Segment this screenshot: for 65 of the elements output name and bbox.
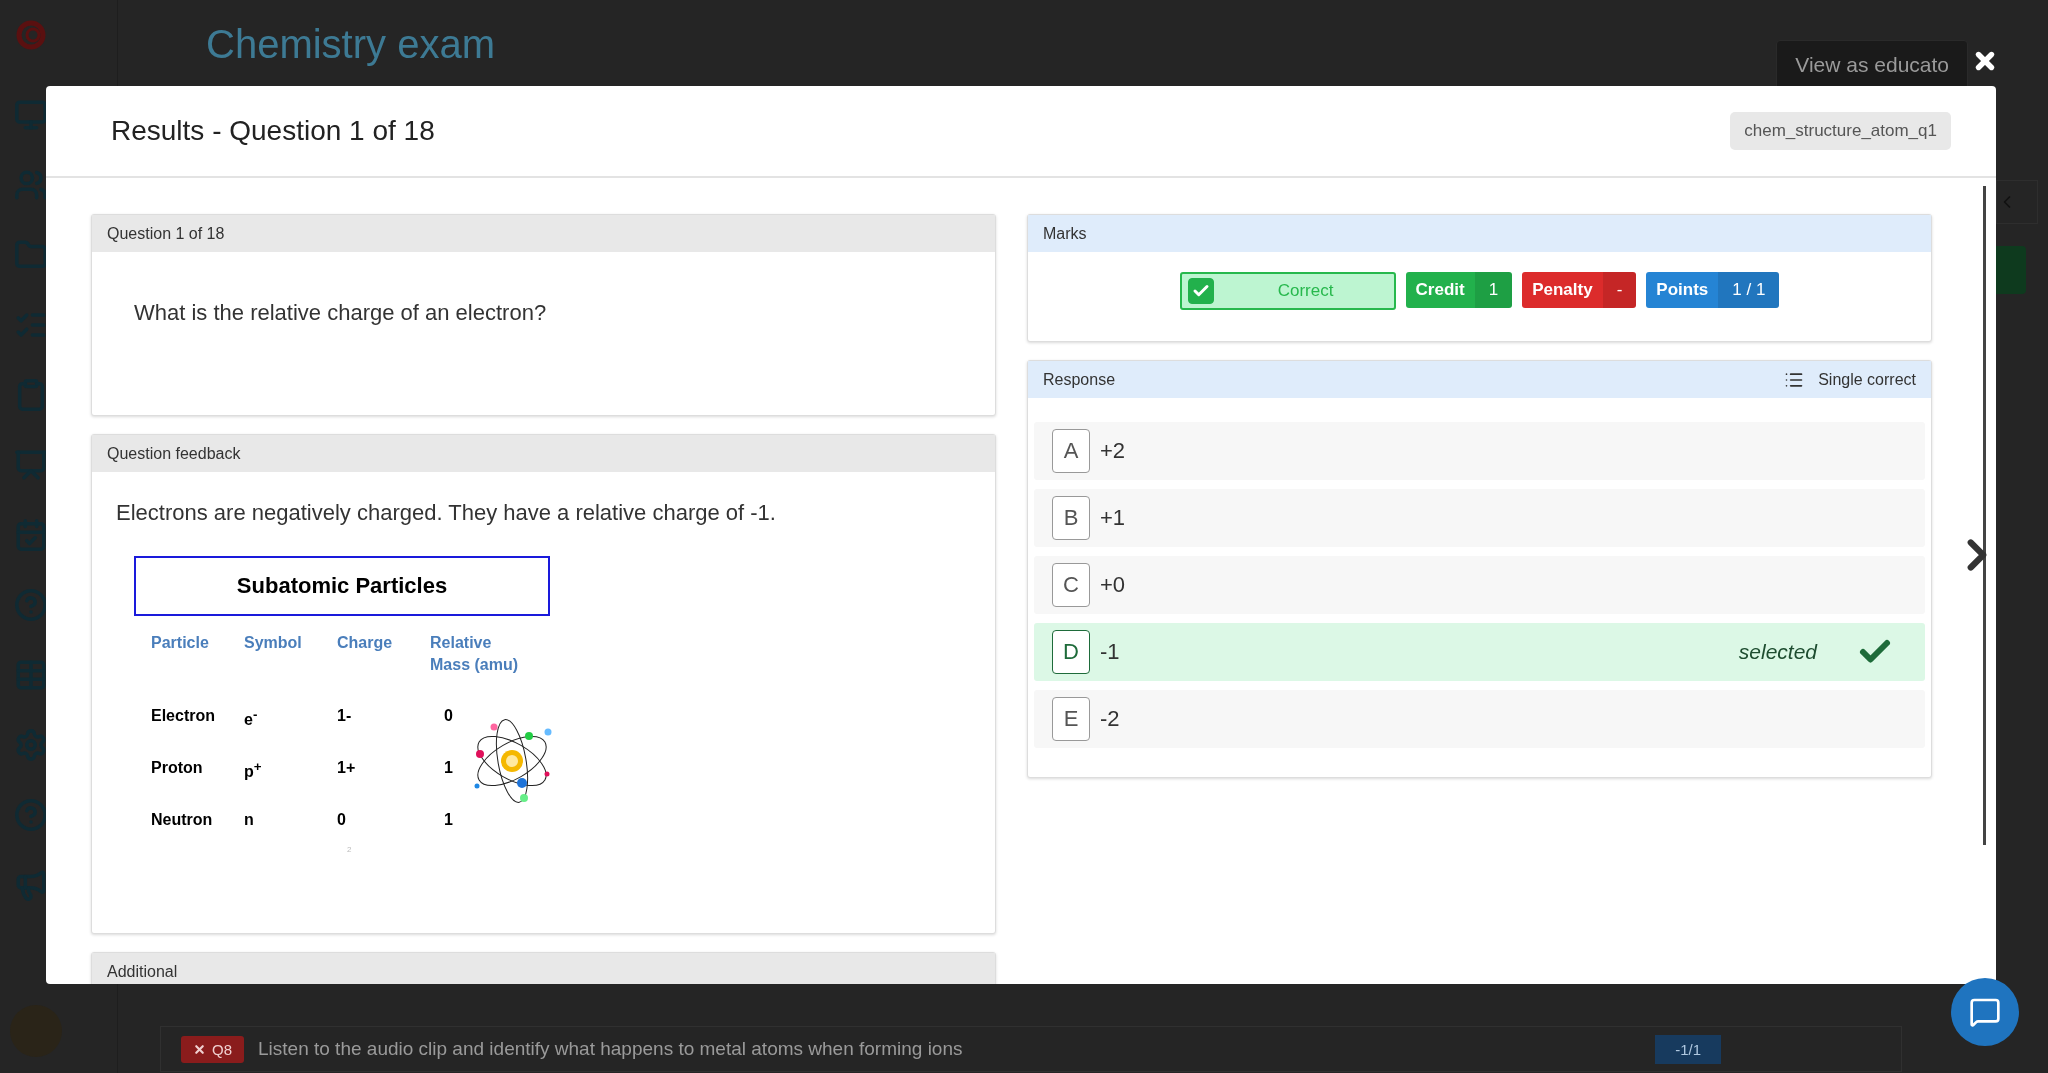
score-badge: -1/1 [1655, 1034, 1721, 1064]
question-row[interactable]: Q8 Listen to the audio clip and identify what happens to metal atoms when forming ions -1/1 [160, 1026, 1902, 1072]
option-letter: A [1052, 429, 1090, 473]
answer-option[interactable]: B +1 [1034, 489, 1925, 547]
calendar-icon[interactable] [14, 518, 48, 552]
answer-option[interactable]: E -2 [1034, 690, 1925, 748]
table-cell-text: 1- [337, 706, 353, 725]
logo-icon [14, 18, 48, 52]
option-text: +0 [1100, 572, 1127, 598]
card-header: Additional [107, 962, 178, 981]
help-icon[interactable] [14, 588, 48, 622]
table-cell-text: Proton [151, 759, 204, 778]
question-type: Single correct [1818, 370, 1916, 389]
scrollbar[interactable] [1983, 186, 1986, 845]
option-text: +2 [1100, 438, 1127, 464]
table-cell-text: n [244, 811, 255, 830]
presentation-icon[interactable] [14, 448, 48, 482]
cross-icon [193, 1042, 206, 1056]
option-letter: B [1052, 496, 1090, 540]
table-cell-text: Electron [151, 706, 216, 725]
question-text: What is the relative charge of an electron? [134, 300, 548, 326]
megaphone-icon[interactable] [14, 868, 48, 902]
answer-option[interactable]: D -1 selected [1034, 623, 1925, 681]
column-header: Charge [337, 633, 394, 653]
option-text: +1 [1100, 505, 1127, 531]
table-cell-text: 1 [443, 811, 454, 830]
table-cell-text: 1 [443, 759, 454, 778]
table-cell-text: 0 [443, 706, 454, 725]
table-cell-text: 0 [337, 811, 347, 830]
selected-label: selected [1738, 640, 1817, 664]
card-header: Question feedback [107, 444, 241, 463]
score-badge: Penalty - [1522, 272, 1637, 308]
column-header: Relative Mass (amu) [430, 633, 520, 676]
question-tag: chem_structure_atom_q1 [1730, 112, 1951, 150]
table-cell-text: Neutron [151, 811, 214, 830]
option-text: -1 [1100, 639, 1121, 665]
answer-option[interactable]: A +2 [1034, 422, 1925, 480]
question-text: Listen to the audio clip and identify what happens to metal atoms when forming ions [258, 1038, 963, 1060]
monitor-icon[interactable] [14, 98, 48, 132]
card-header: Question 1 of 18 [107, 224, 225, 243]
column-header: Particle [151, 633, 210, 653]
table-icon[interactable] [14, 658, 48, 692]
table-cell-text: e$^{-}$ [244, 706, 259, 730]
help-icon[interactable] [14, 798, 48, 832]
dialog-title: Results - Question 1 of 18 [111, 115, 435, 147]
feedback-text: Electrons are negatively charged. They have a relative charge of -1. [116, 500, 777, 526]
chat-icon [1969, 996, 2001, 1028]
correct-badge: Correct [1179, 272, 1396, 310]
score-badge: Points 1 / 1 [1646, 272, 1780, 308]
table-cell-text: p$^{+}$ [244, 759, 263, 782]
settings-icon[interactable] [14, 728, 48, 762]
table-title: Subatomic Particles [134, 556, 550, 616]
page-title: Chemistry exam [206, 22, 495, 67]
question-badge: Q8 [181, 1035, 244, 1063]
answer-option[interactable]: C +0 [1034, 556, 1925, 614]
card-header: Marks [1043, 224, 1087, 243]
option-text: -2 [1100, 706, 1121, 732]
option-letter: C [1052, 563, 1090, 607]
table-cell-text: 1+ [337, 759, 357, 778]
users-icon[interactable] [14, 168, 48, 202]
column-header: Symbol [244, 633, 303, 653]
card-header: Response [1043, 370, 1116, 389]
score-badge: Credit 1 [1405, 272, 1513, 308]
option-letter: E [1052, 697, 1090, 741]
option-letter: D [1052, 630, 1090, 674]
